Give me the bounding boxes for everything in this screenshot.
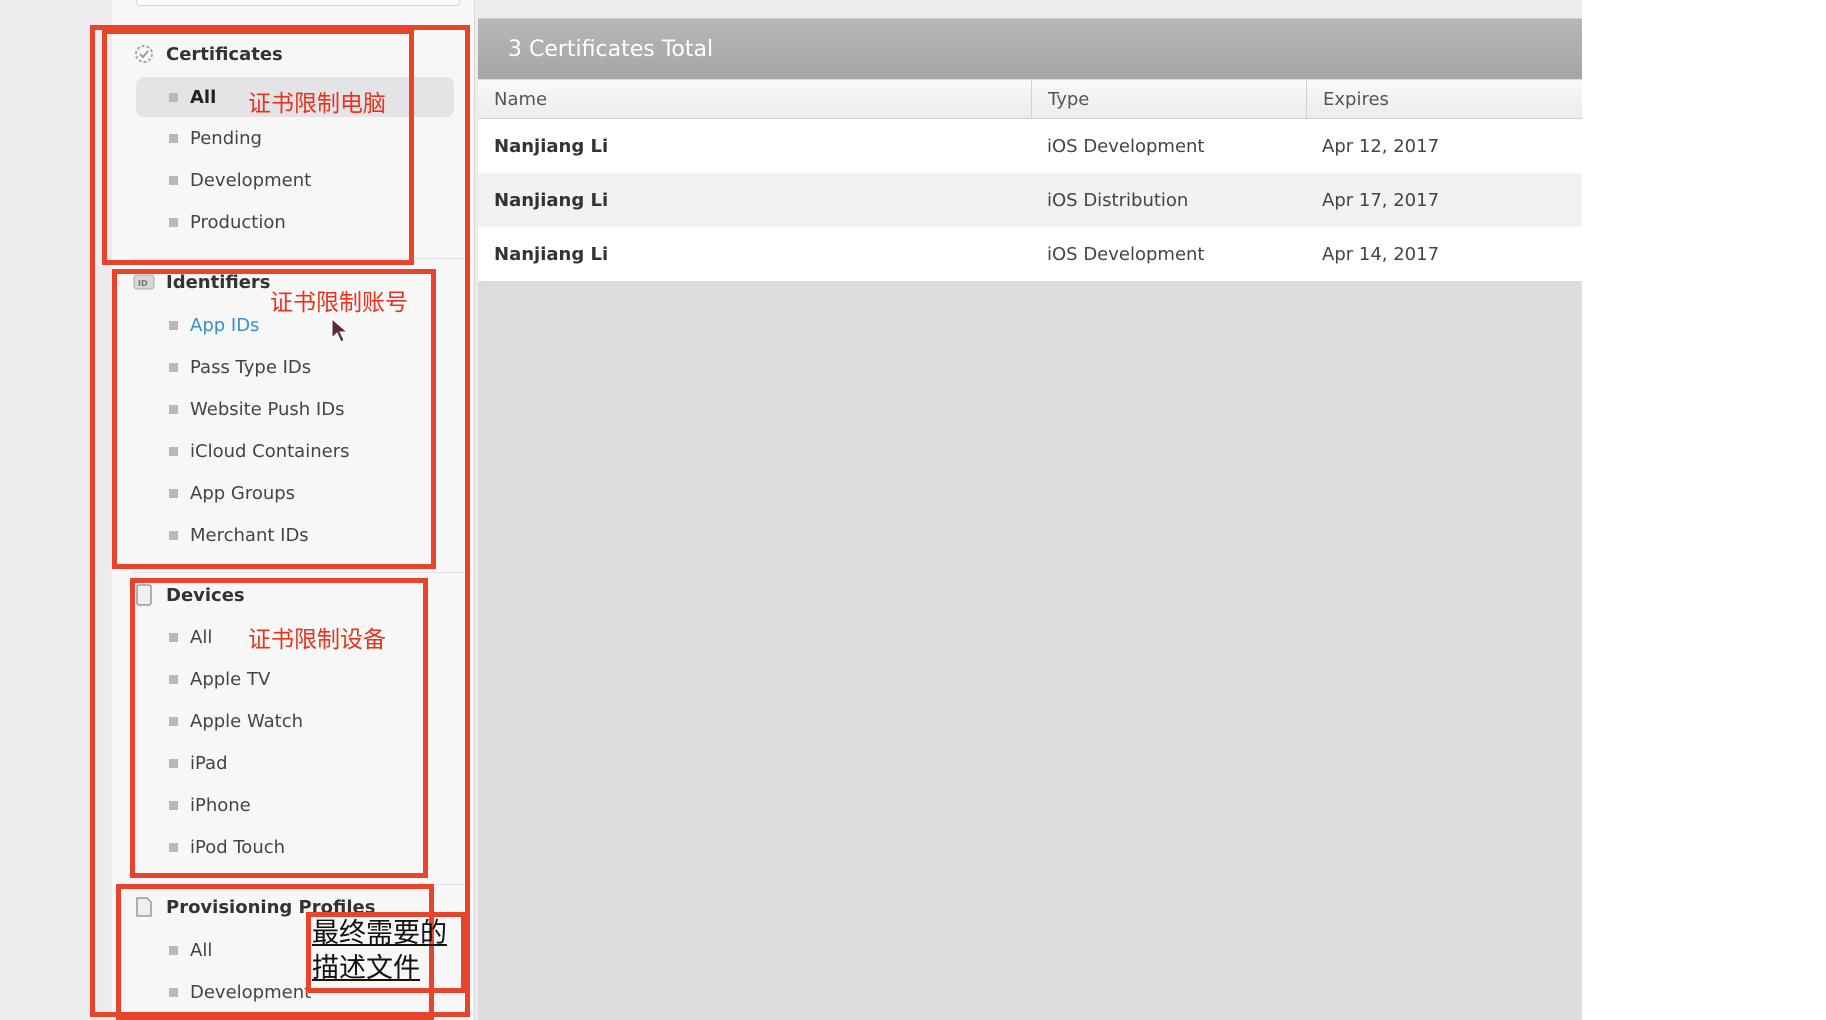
bullet-icon xyxy=(169,945,178,955)
sidebar-item-label: iPhone xyxy=(190,794,251,816)
section-header-identifiers[interactable]: ID Identifiers xyxy=(132,267,271,297)
table-header: Name Type Expires xyxy=(478,80,1582,119)
sidebar-item-label: Apple Watch xyxy=(190,710,304,732)
column-header-name[interactable]: Name xyxy=(478,80,1032,118)
bullet-icon xyxy=(169,446,178,456)
section-title: Provisioning Profiles xyxy=(166,896,376,918)
table-row[interactable]: Nanjiang Li iOS Development Apr 14, 2017 xyxy=(478,227,1582,281)
bullet-icon xyxy=(169,716,178,726)
bullet-icon xyxy=(169,133,178,143)
bullet-icon xyxy=(169,674,178,684)
sidebar-item-label: Development xyxy=(190,169,312,191)
sidebar-item-label: Apple TV xyxy=(190,668,271,690)
column-header-label: Name xyxy=(494,88,548,110)
device-icon xyxy=(132,584,156,606)
sidebar-item-label: iPad xyxy=(190,752,228,774)
cell-expires: Apr 17, 2017 xyxy=(1322,189,1440,211)
mouse-cursor-icon xyxy=(331,318,349,343)
sidebar-item-label: Development xyxy=(190,981,312,1003)
cell-type: iOS Distribution xyxy=(1047,189,1189,211)
svg-text:ID: ID xyxy=(138,279,148,288)
certificate-seal-icon xyxy=(132,44,156,64)
cell-name: Nanjiang Li xyxy=(494,135,609,157)
sidebar-item-label: Pending xyxy=(190,127,262,149)
sidebar-item-label: Merchant IDs xyxy=(190,524,309,546)
bullet-icon xyxy=(169,175,178,185)
annotation-identifiers-note: 证书限制账号 xyxy=(270,290,408,316)
bullet-icon xyxy=(169,842,178,852)
id-badge-icon: ID xyxy=(132,273,156,291)
sidebar-item-label: All xyxy=(190,86,217,108)
bullet-icon xyxy=(169,800,178,810)
sidebar-item-certificates-production[interactable]: Production xyxy=(136,202,454,242)
bullet-icon xyxy=(169,987,178,997)
annotation-certificates-note: 证书限制电脑 xyxy=(248,91,386,117)
cell-type: iOS Development xyxy=(1047,135,1205,157)
cell-type: iOS Development xyxy=(1047,243,1205,265)
bullet-icon xyxy=(169,92,178,102)
bullet-icon xyxy=(169,217,178,227)
sidebar-item-icloud-containers[interactable]: iCloud Containers xyxy=(136,431,454,471)
sidebar-item-label: Website Push IDs xyxy=(190,398,345,420)
section-title: Devices xyxy=(166,584,245,606)
cell-expires: Apr 12, 2017 xyxy=(1322,135,1440,157)
sidebar-item-ipod-touch[interactable]: iPod Touch xyxy=(136,827,454,867)
sidebar-search-box[interactable] xyxy=(136,0,460,6)
section-divider xyxy=(132,884,472,885)
main-top-strip xyxy=(478,0,1582,19)
sidebar-item-label: iPod Touch xyxy=(190,836,286,858)
bullet-icon xyxy=(169,404,178,414)
section-title: Identifiers xyxy=(166,271,271,293)
main-content: 3 Certificates Total Name Type Expires N… xyxy=(478,0,1582,1020)
bullet-icon xyxy=(169,632,178,642)
table-row[interactable]: Nanjiang Li iOS Development Apr 12, 2017 xyxy=(478,119,1582,173)
cell-name: Nanjiang Li xyxy=(494,189,609,211)
column-header-type[interactable]: Type xyxy=(1032,80,1307,118)
bullet-icon xyxy=(169,488,178,498)
column-header-expires[interactable]: Expires xyxy=(1307,80,1582,118)
column-header-label: Expires xyxy=(1323,88,1389,110)
annotation-profiles-note-line1: 最终需要的 xyxy=(312,918,447,949)
sidebar-item-label: Pass Type IDs xyxy=(190,356,312,378)
sidebar-item-website-push-ids[interactable]: Website Push IDs xyxy=(136,389,454,429)
bullet-icon xyxy=(169,758,178,768)
certificates-total-bar: 3 Certificates Total xyxy=(478,19,1582,79)
sidebar-item-apple-watch[interactable]: Apple Watch xyxy=(136,701,454,741)
bullet-icon xyxy=(169,362,178,372)
annotation-profiles-note-line2: 描述文件 xyxy=(312,953,420,984)
section-title: Certificates xyxy=(166,43,283,65)
cell-expires: Apr 14, 2017 xyxy=(1322,243,1440,265)
sidebar-item-merchant-ids[interactable]: Merchant IDs xyxy=(136,515,454,555)
sidebar-item-iphone[interactable]: iPhone xyxy=(136,785,454,825)
sidebar-item-label: App IDs xyxy=(190,314,260,336)
certificates-total-label: 3 Certificates Total xyxy=(508,36,714,62)
document-icon xyxy=(132,897,156,917)
section-header-devices[interactable]: Devices xyxy=(132,580,245,610)
sidebar-item-ipad[interactable]: iPad xyxy=(136,743,454,783)
sidebar-item-label: iCloud Containers xyxy=(190,440,350,462)
sidebar-item-label: Production xyxy=(190,211,286,233)
bullet-icon xyxy=(169,530,178,540)
sidebar-item-apple-tv[interactable]: Apple TV xyxy=(136,659,454,699)
sidebar-item-app-groups[interactable]: App Groups xyxy=(136,473,454,513)
right-blank-panel xyxy=(1582,0,1826,1020)
section-divider xyxy=(132,258,472,259)
sidebar-item-certificates-pending[interactable]: Pending xyxy=(136,118,454,158)
sidebar-item-pass-type-ids[interactable]: Pass Type IDs xyxy=(136,347,454,387)
column-header-label: Type xyxy=(1048,88,1090,110)
sidebar-item-label: All xyxy=(190,939,213,961)
cell-name: Nanjiang Li xyxy=(494,243,609,265)
bullet-icon xyxy=(169,320,178,330)
section-header-certificates[interactable]: Certificates xyxy=(132,39,283,69)
sidebar: Certificates All Pending Development Pro… xyxy=(112,0,475,1020)
sidebar-item-certificates-development[interactable]: Development xyxy=(136,160,454,200)
annotation-devices-note: 证书限制设备 xyxy=(248,627,386,653)
sidebar-item-label: All xyxy=(190,626,213,648)
section-divider xyxy=(132,572,472,573)
sidebar-item-label: App Groups xyxy=(190,482,296,504)
table-row[interactable]: Nanjiang Li iOS Distribution Apr 17, 201… xyxy=(478,173,1582,227)
